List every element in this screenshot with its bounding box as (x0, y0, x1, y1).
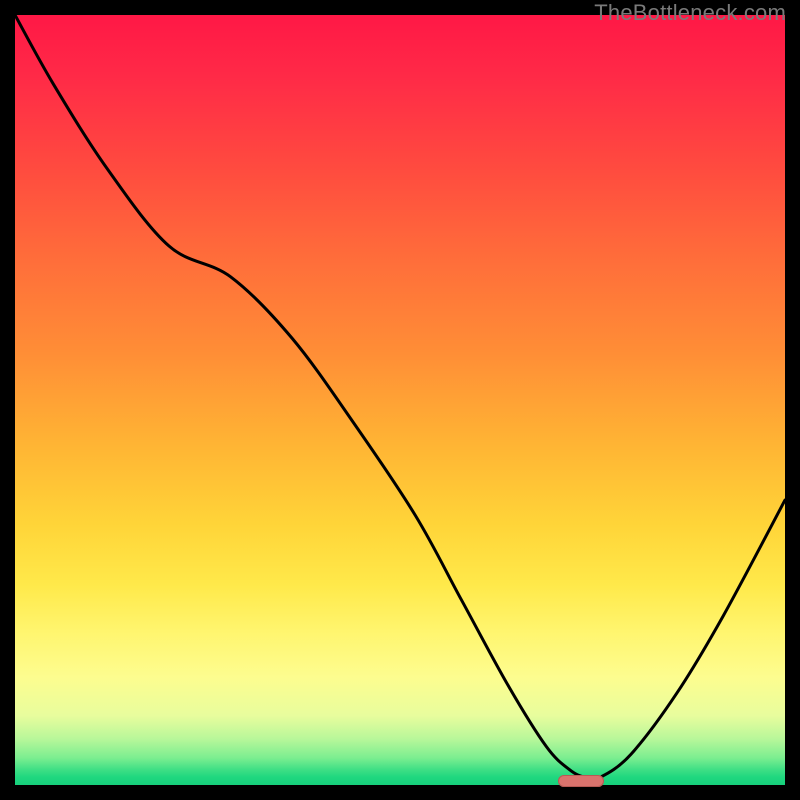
chart-frame: TheBottleneck.com (0, 0, 800, 800)
chart-background (15, 15, 785, 785)
